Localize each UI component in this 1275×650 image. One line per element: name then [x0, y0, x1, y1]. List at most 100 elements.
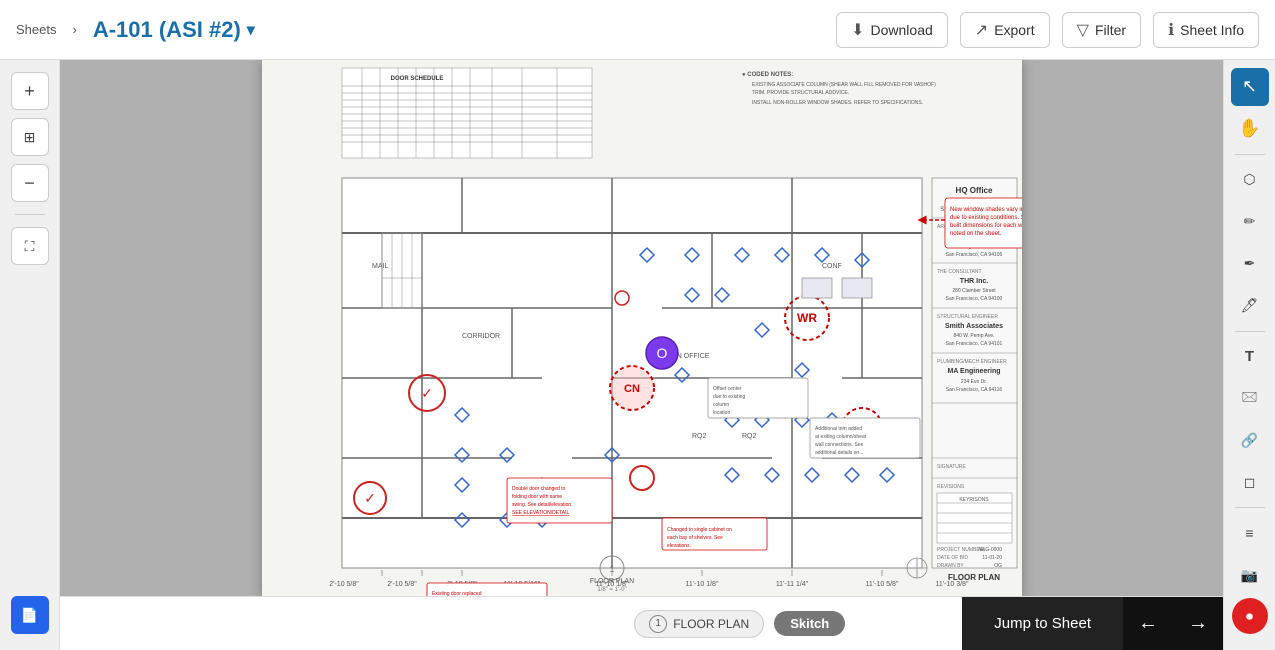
jump-label: Jump to Sheet	[994, 615, 1091, 632]
svg-text:each bay of shelves. See: each bay of shelves. See	[667, 535, 723, 541]
hand-icon: ✋	[1238, 118, 1260, 139]
cursor-icon: ↖	[1242, 76, 1257, 97]
sheet-info-button[interactable]: ℹ Sheet Info	[1153, 12, 1259, 48]
record-button[interactable]: ⏺	[1232, 598, 1268, 634]
blueprint-svg: DOOR SCHEDULE	[262, 60, 1022, 596]
markup-pen-tool-button[interactable]: 🖊	[1231, 287, 1269, 325]
skitch-button[interactable]: Skitch	[774, 611, 845, 636]
jump-to-sheet-button[interactable]: Jump to Sheet	[962, 597, 1123, 650]
svg-text:CONF: CONF	[822, 263, 842, 270]
svg-text:DOOR SCHEDULE: DOOR SCHEDULE	[390, 76, 443, 82]
svg-text:location: location	[713, 410, 730, 416]
left-sidebar: + ⊞ − ⛶ 📄	[0, 60, 60, 650]
svg-text:THR Inc.: THR Inc.	[959, 278, 987, 285]
svg-text:San Francisco, CA 94105: San Francisco, CA 94105	[945, 252, 1002, 258]
breadcrumb-separator: ›	[72, 22, 76, 37]
link-tool-button[interactable]: 🔗	[1231, 421, 1269, 459]
svg-text:280 Clamber Street: 280 Clamber Street	[952, 288, 996, 294]
camera-tool-button[interactable]: 📷	[1231, 556, 1269, 594]
eraser-tool-button[interactable]: ◻	[1231, 463, 1269, 501]
stamp-tool-button[interactable]: 🖂	[1231, 379, 1269, 417]
sheet-title-chevron-icon[interactable]: ▾	[247, 20, 255, 40]
svg-text:CN: CN	[624, 383, 640, 395]
svg-text:noted on the sheet.: noted on the sheet.	[950, 231, 1002, 237]
svg-text:MA Engineering: MA Engineering	[947, 368, 1000, 375]
prev-sheet-button[interactable]: ←	[1123, 597, 1173, 650]
info-icon: ℹ	[1168, 20, 1174, 40]
lasso-tool-button[interactable]: ⬡	[1231, 161, 1269, 199]
svg-text:2'-10 5/8": 2'-10 5/8"	[387, 581, 417, 588]
list-icon: ≡	[1245, 525, 1253, 541]
tool-separator-3	[1235, 507, 1265, 508]
highlighter-icon: ✒	[1244, 255, 1256, 272]
svg-text:wall connections. See: wall connections. See	[815, 442, 864, 448]
text-tool-button[interactable]: T	[1231, 338, 1269, 376]
svg-text:SIGNATURE: SIGNATURE	[937, 464, 966, 470]
canvas-area: DOOR SCHEDULE	[60, 60, 1223, 650]
fit-button[interactable]: ⊞	[11, 118, 49, 156]
svg-text:DRAWN BY: DRAWN BY	[937, 563, 964, 569]
svg-text:REVISIONS: REVISIONS	[937, 484, 965, 490]
header: Sheets › A-101 (ASI #2) ▾ ⬇ Download ↗ E…	[0, 0, 1275, 60]
sheet-title-text: A-101 (ASI #2)	[93, 17, 241, 43]
svg-text:OG: OG	[994, 563, 1002, 569]
highlighter-tool-button[interactable]: ✒	[1231, 245, 1269, 283]
svg-text:MAIL: MAIL	[372, 263, 388, 270]
link-icon: 🔗	[1241, 432, 1258, 449]
svg-text:11'-10 1/8": 11'-10 1/8"	[685, 581, 718, 588]
text-icon: T	[1245, 348, 1254, 365]
svg-text:Double door changed to: Double door changed to	[512, 486, 566, 492]
download-icon: ⬇	[851, 20, 864, 40]
svg-text:built dimensions for each wind: built dimensions for each window	[950, 223, 1022, 229]
hand-tool-button[interactable]: ✋	[1231, 110, 1269, 148]
fit-icon: ⊞	[24, 129, 36, 146]
list-tool-button[interactable]: ≡	[1231, 514, 1269, 552]
cursor-tool-button[interactable]: ↖	[1231, 68, 1269, 106]
svg-text:O: O	[656, 345, 667, 361]
svg-text:Existing door replaced: Existing door replaced	[432, 591, 482, 596]
download-button[interactable]: ⬇ Download	[836, 12, 948, 48]
svg-text:San Francisco, CA 94116: San Francisco, CA 94116	[945, 387, 1002, 393]
sheet-number-circle: 1	[649, 615, 667, 633]
export-label: Export	[994, 22, 1034, 38]
sidebar-separator	[15, 214, 45, 215]
pen-tool-button[interactable]: ✏	[1231, 203, 1269, 241]
export-button[interactable]: ↗ Export	[960, 12, 1050, 48]
svg-text:PROJECT NUMBER: PROJECT NUMBER	[937, 547, 984, 553]
svg-text:THE CONSULTANT: THE CONSULTANT	[937, 269, 982, 275]
filter-button[interactable]: ▽ Filter	[1062, 12, 1141, 48]
pen-icon: ✏	[1244, 213, 1256, 230]
stamp-icon: 🖂	[1241, 386, 1257, 410]
svg-text:SEE ELEVATION/DETAIL: SEE ELEVATION/DETAIL	[512, 510, 569, 516]
svg-text:Offset center: Offset center	[713, 386, 742, 392]
svg-text:RQ2: RQ2	[742, 433, 757, 440]
svg-text:CORRIDOR: CORRIDOR	[462, 333, 500, 340]
bottom-bar: 1 FLOOR PLAN Skitch Jump to Sheet ← →	[60, 596, 1223, 650]
filter-label: Filter	[1095, 22, 1126, 38]
bottom-right: Jump to Sheet ← →	[962, 597, 1223, 650]
zoom-in-icon: +	[24, 81, 35, 102]
svg-text:FLOOR PLAN: FLOOR PLAN	[589, 578, 633, 585]
prev-icon: ←	[1138, 612, 1158, 635]
sheet-label-tag: 1 FLOOR PLAN	[634, 610, 764, 638]
fullscreen-button[interactable]: ⛶	[11, 227, 49, 265]
sheet-info-label: Sheet Info	[1180, 22, 1244, 38]
breadcrumb[interactable]: Sheets	[16, 22, 56, 37]
tool-separator-1	[1235, 154, 1265, 155]
next-sheet-button[interactable]: →	[1173, 597, 1223, 650]
svg-text:234 Evo Dr.: 234 Evo Dr.	[960, 379, 986, 385]
zoom-in-button[interactable]: +	[11, 72, 49, 110]
svg-text:EXISTING ASSOCIATE COLUMN (SHE: EXISTING ASSOCIATE COLUMN (SHEAR WALL FI…	[752, 82, 936, 88]
pages-button[interactable]: 📄	[11, 596, 49, 634]
bottom-center: 1 FLOOR PLAN Skitch	[517, 610, 962, 638]
zoom-out-icon: −	[24, 173, 35, 194]
svg-text:PLUMBING/MECH ENGINEER: PLUMBING/MECH ENGINEER	[937, 359, 1007, 365]
record-icon: ⏺	[1246, 608, 1253, 625]
main-area: + ⊞ − ⛶ 📄 DOOR SCHEDULE	[0, 60, 1275, 650]
canvas-inner[interactable]: DOOR SCHEDULE	[60, 60, 1223, 596]
svg-text:STRUCTURAL ENGINEER: STRUCTURAL ENGINEER	[937, 314, 998, 320]
svg-text:folding door with same: folding door with same	[512, 494, 562, 500]
eraser-icon: ◻	[1244, 474, 1256, 491]
zoom-out-button[interactable]: −	[11, 164, 49, 202]
svg-text:due to existing conditions. Se: due to existing conditions. See as	[950, 215, 1022, 221]
